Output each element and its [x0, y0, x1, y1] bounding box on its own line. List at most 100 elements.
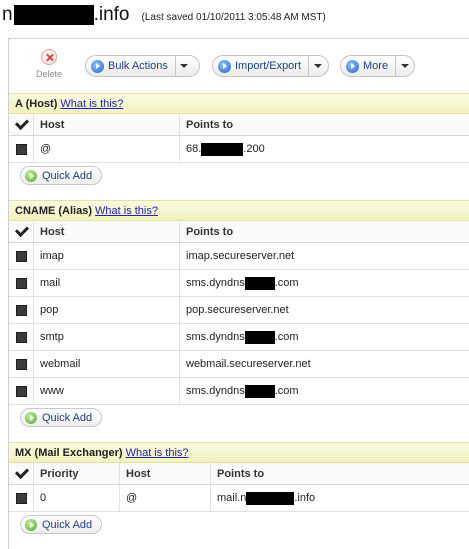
help-link[interactable]: What is this?	[60, 98, 123, 110]
quick-add-label: Quick Add	[42, 169, 93, 182]
a-host-section: A (Host) What is this? Host Points to @ …	[9, 93, 469, 189]
chevron-down-icon[interactable]	[176, 64, 193, 68]
quick-add-row: Quick Add	[9, 405, 469, 431]
arrow-circle-icon	[218, 59, 231, 73]
table-row: @ 68. .200	[9, 136, 469, 163]
points-to-cell: 68. .200	[179, 136, 469, 162]
points-to-cell: pop.secureserver.net	[179, 297, 469, 323]
table-row: webmail webmail.secureserver.net	[9, 351, 469, 378]
add-arrow-icon	[25, 518, 37, 531]
redacted-block	[246, 491, 295, 505]
row-checkbox[interactable]	[9, 243, 33, 269]
select-all-checkbox[interactable]	[9, 463, 33, 484]
more-label: More	[363, 60, 389, 72]
more-button[interactable]: More	[340, 55, 415, 77]
add-arrow-icon	[25, 169, 37, 182]
section-title: MX (Mail Exchanger)	[15, 446, 123, 459]
priority-cell: 0	[33, 485, 119, 511]
quick-add-label: Quick Add	[42, 411, 93, 424]
row-checkbox[interactable]	[9, 136, 33, 162]
host-cell: pop	[33, 297, 179, 323]
chevron-down-icon[interactable]	[309, 64, 326, 68]
row-checkbox[interactable]	[9, 485, 33, 511]
redacted-block	[244, 384, 275, 398]
row-checkbox[interactable]	[9, 351, 33, 377]
points-to-cell: mail.n .info	[210, 485, 469, 511]
host-cell: www	[33, 378, 179, 404]
column-header-host: Host	[119, 463, 210, 484]
domain-title: n .info	[2, 4, 130, 26]
select-all-checkbox[interactable]	[9, 221, 33, 242]
redacted-block	[201, 142, 244, 156]
bulk-actions-button[interactable]: Bulk Actions	[85, 55, 200, 77]
quick-add-label: Quick Add	[42, 518, 93, 531]
column-header-row: Priority Host Points to	[9, 463, 469, 485]
import-export-label: Import/Export	[235, 60, 302, 72]
row-checkbox[interactable]	[9, 378, 33, 404]
dns-manager-panel: Delete Bulk Actions Import/Export More A…	[8, 38, 469, 549]
delete-icon	[41, 49, 57, 65]
section-header: CNAME (Alias) What is this?	[9, 200, 469, 221]
section-header: A (Host) What is this?	[9, 93, 469, 114]
host-cell: @	[119, 485, 210, 511]
table-row: pop pop.secureserver.net	[9, 297, 469, 324]
host-cell: @	[33, 136, 179, 162]
chevron-down-icon[interactable]	[396, 64, 413, 68]
points-to-cell: sms.dyndns .com	[179, 270, 469, 296]
points-to-cell: sms.dyndns .com	[179, 378, 469, 404]
column-header-host: Host	[33, 114, 179, 135]
mx-section: MX (Mail Exchanger) What is this? Priori…	[9, 442, 469, 538]
arrow-circle-icon	[346, 59, 359, 73]
arrow-circle-icon	[91, 59, 104, 73]
column-header-priority: Priority	[33, 463, 119, 484]
row-checkbox[interactable]	[9, 297, 33, 323]
help-link[interactable]: What is this?	[126, 447, 189, 459]
quick-add-row: Quick Add	[9, 512, 469, 538]
bulk-actions-label: Bulk Actions	[108, 60, 168, 72]
page-header: n .info (Last saved 01/10/2011 3:05:48 A…	[2, 0, 469, 30]
points-to-cell: imap.secureserver.net	[179, 243, 469, 269]
row-checkbox[interactable]	[9, 324, 33, 350]
help-link[interactable]: What is this?	[95, 205, 158, 217]
table-row: imap imap.secureserver.net	[9, 243, 469, 270]
add-arrow-icon	[25, 411, 37, 424]
toolbar: Delete Bulk Actions Import/Export More	[9, 39, 469, 93]
quick-add-button[interactable]: Quick Add	[20, 166, 103, 185]
table-row: smtp sms.dyndns .com	[9, 324, 469, 351]
points-to-cell: sms.dyndns .com	[179, 324, 469, 350]
checkmark-icon	[15, 118, 28, 131]
points-to-cell: webmail.secureserver.net	[179, 351, 469, 377]
cname-section: CNAME (Alias) What is this? Host Points …	[9, 200, 469, 431]
table-row: mail sms.dyndns .com	[9, 270, 469, 297]
table-row: 0 @ mail.n .info	[9, 485, 469, 512]
last-saved-text: (Last saved 01/10/2011 3:05:48 AM MST)	[141, 12, 326, 23]
select-all-checkbox[interactable]	[9, 114, 33, 135]
delete-button[interactable]: Delete	[29, 49, 69, 79]
column-header-points-to: Points to	[210, 463, 469, 484]
section-title: A (Host)	[15, 97, 58, 110]
quick-add-button[interactable]: Quick Add	[20, 515, 103, 534]
checkmark-icon	[15, 225, 28, 238]
host-cell: webmail	[33, 351, 179, 377]
section-header: MX (Mail Exchanger) What is this?	[9, 442, 469, 463]
import-export-button[interactable]: Import/Export	[212, 55, 329, 77]
host-cell: imap	[33, 243, 179, 269]
table-row: www sms.dyndns .com	[9, 378, 469, 405]
domain-suffix: .info	[93, 4, 130, 25]
checkmark-icon	[15, 467, 28, 480]
column-header-points-to: Points to	[179, 221, 469, 242]
section-title: CNAME (Alias)	[15, 204, 93, 217]
domain-prefix: n	[2, 4, 13, 25]
redacted-block	[13, 5, 94, 25]
delete-label: Delete	[35, 69, 62, 79]
column-header-points-to: Points to	[179, 114, 469, 135]
quick-add-row: Quick Add	[9, 163, 469, 189]
column-header-row: Host Points to	[9, 114, 469, 136]
column-header-row: Host Points to	[9, 221, 469, 243]
redacted-block	[244, 330, 275, 344]
quick-add-button[interactable]: Quick Add	[20, 408, 103, 427]
redacted-block	[244, 276, 275, 290]
row-checkbox[interactable]	[9, 270, 33, 296]
host-cell: mail	[33, 270, 179, 296]
column-header-host: Host	[33, 221, 179, 242]
